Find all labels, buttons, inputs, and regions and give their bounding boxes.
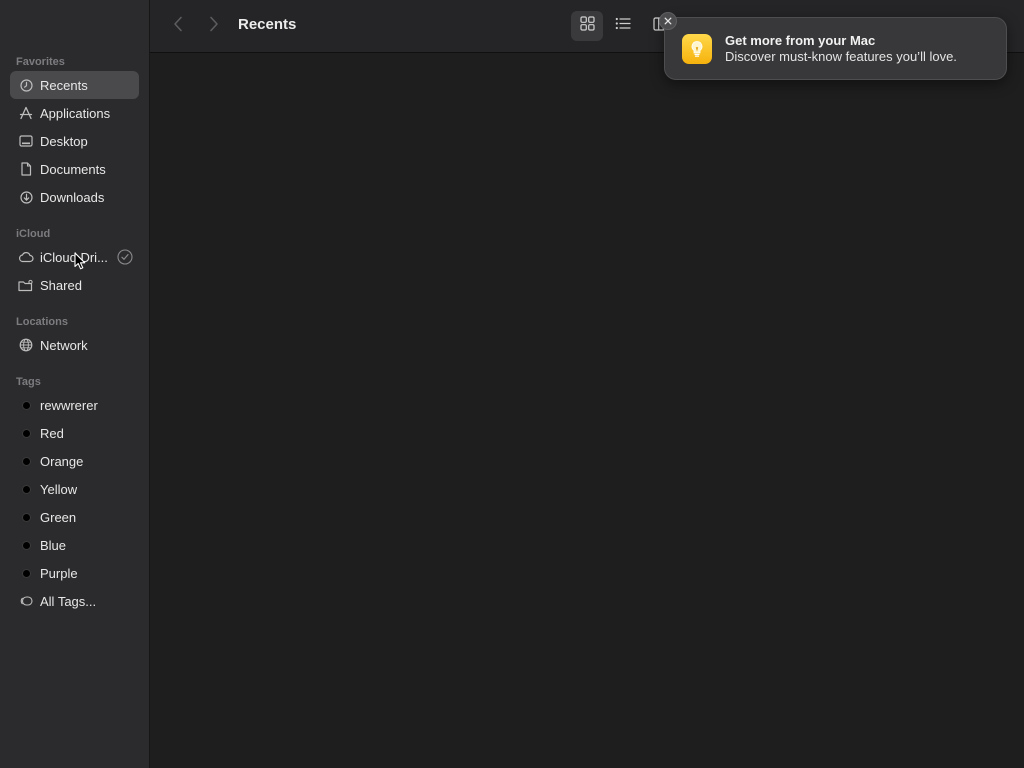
sidebar-item-label: Green (40, 509, 77, 525)
back-button[interactable] (166, 14, 190, 38)
cloud-icon (18, 249, 34, 265)
tag-dot-icon (21, 456, 31, 466)
notification-body: Discover must-know features you’ll love. (725, 49, 957, 64)
sidebar-item-label: Downloads (40, 189, 105, 205)
sidebar-item-label: Documents (40, 161, 106, 177)
lightbulb-icon (682, 34, 712, 64)
sidebar-item-label: Applications (40, 105, 111, 121)
list-view-button[interactable] (607, 11, 639, 41)
sidebar-item-applications[interactable]: Applications (10, 99, 139, 127)
favorites-header: Favorites (16, 56, 65, 68)
sidebar-item-label: Purple (40, 565, 78, 581)
close-icon (664, 12, 672, 30)
sync-status-icon (117, 249, 133, 265)
sidebar-item-all-tags[interactable]: All Tags... (10, 587, 139, 615)
sidebar-item-documents[interactable]: Documents (10, 155, 139, 183)
sidebar-tag-green[interactable]: Green (10, 503, 139, 531)
sidebar-tag-orange[interactable]: Orange (10, 447, 139, 475)
grid-view-button[interactable] (571, 11, 603, 41)
all-tags-icon (18, 593, 34, 609)
notification-title: Get more from your Mac (725, 33, 876, 48)
sidebar-tag-purple[interactable]: Purple (10, 559, 139, 587)
sidebar-item-label: rewwrerer (40, 397, 98, 413)
sidebar-item-label: Orange (40, 453, 84, 469)
tag-dot-icon (21, 568, 31, 578)
forward-button[interactable] (202, 14, 226, 38)
sidebar: Favorites Recents Applications Desktop D… (0, 0, 150, 768)
back-icon (173, 16, 183, 37)
sidebar-item-shared[interactable]: Shared (10, 271, 139, 299)
applications-icon (18, 105, 34, 121)
finder-window: Favorites Recents Applications Desktop D… (0, 0, 1024, 768)
tag-dot-icon (21, 540, 31, 550)
sidebar-item-label: Shared (40, 277, 82, 293)
mouse-pointer-icon (74, 252, 86, 270)
tag-dot-icon (21, 400, 31, 410)
window-title: Recents (238, 16, 297, 33)
sidebar-item-label: Blue (40, 537, 67, 553)
locations-header: Locations (16, 316, 68, 328)
tag-dot-icon (21, 512, 31, 522)
sidebar-item-recents[interactable]: Recents (10, 71, 139, 99)
sidebar-item-downloads[interactable]: Downloads (10, 183, 139, 211)
clock-icon (18, 77, 34, 93)
shared-folder-icon (18, 277, 34, 293)
list-view-icon (615, 17, 631, 35)
sidebar-tag-red[interactable]: Red (10, 419, 139, 447)
tips-notification[interactable]: Get more from your Mac Discover must-kno… (664, 17, 1007, 80)
notification-close-button[interactable] (659, 12, 677, 30)
document-icon (18, 161, 34, 177)
sidebar-item-label: Network (40, 337, 88, 353)
file-browser-area[interactable] (150, 53, 1024, 768)
desktop-icon (18, 133, 34, 149)
sidebar-tag-rewwrerer[interactable]: rewwrerer (10, 391, 139, 419)
downloads-icon (18, 189, 34, 205)
globe-icon (18, 337, 34, 353)
sidebar-item-label: Desktop (40, 133, 88, 149)
tag-dot-icon (21, 484, 31, 494)
grid-view-icon (579, 16, 595, 36)
sidebar-item-label: Recents (40, 77, 88, 93)
sidebar-item-network[interactable]: Network (10, 331, 139, 359)
sidebar-tag-yellow[interactable]: Yellow (10, 475, 139, 503)
tag-dot-icon (21, 428, 31, 438)
forward-icon (209, 16, 219, 37)
sidebar-item-label: Yellow (40, 481, 78, 497)
sidebar-tag-blue[interactable]: Blue (10, 531, 139, 559)
tags-header: Tags (16, 376, 41, 388)
sidebar-item-label: Red (40, 425, 64, 441)
icloud-header: iCloud (16, 228, 51, 240)
sidebar-item-desktop[interactable]: Desktop (10, 127, 139, 155)
sidebar-item-label: All Tags... (40, 593, 97, 609)
